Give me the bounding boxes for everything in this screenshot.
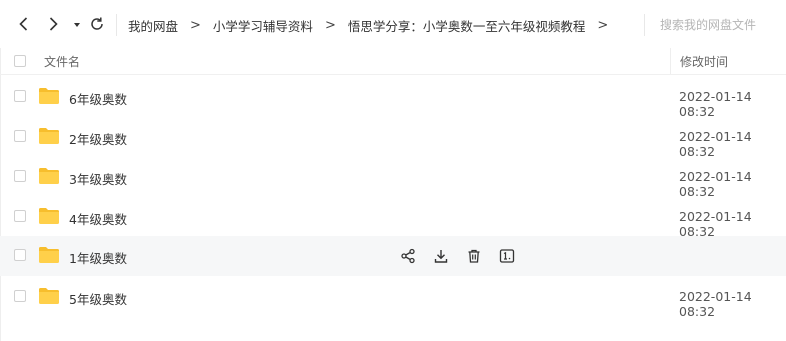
toolbar-divider [116,14,117,36]
file-row[interactable]: 3年级奥数 2022-01-14 08:32 [0,157,786,199]
back-button[interactable] [14,14,34,34]
folder-icon [38,87,60,105]
rename-icon [499,248,515,264]
file-row[interactable]: 2年级奥数 2022-01-14 08:32 [0,117,786,159]
row-checkbox[interactable] [14,249,26,261]
breadcrumb-separator: > [190,17,201,33]
toolbar: 我的网盘 > 小学学习辅导资料 > 悟思学分享：小学奥数一至六年级视频教程 > … [0,0,786,48]
download-button[interactable] [431,247,451,265]
delete-icon [466,248,482,264]
row-checkbox[interactable] [14,130,26,142]
file-row[interactable]: 5年级奥数 2022-01-14 08:32 [0,277,786,319]
column-header-name[interactable]: 文件名 [44,53,80,70]
row-checkbox[interactable] [14,210,26,222]
select-all-checkbox[interactable] [14,55,26,67]
search-divider [644,14,645,36]
file-name[interactable]: 1年级奥数 [69,248,127,267]
file-name[interactable]: 5年级奥数 [69,289,127,308]
refresh-icon [91,17,103,30]
folder-icon [38,287,60,305]
download-icon [433,248,449,264]
file-modified-time: 2022-01-14 08:32 [679,129,752,159]
column-divider[interactable] [670,48,671,74]
rename-button[interactable] [497,247,517,265]
folder-icon [38,207,60,225]
file-row[interactable]: 1年级奥数 [0,236,786,276]
breadcrumb-item-current-folder[interactable]: 悟思学分享：小学奥数一至六年级视频教程 [348,16,586,35]
breadcrumb-item-root[interactable]: 我的网盘 [128,16,178,35]
row-actions [398,247,530,265]
history-dropdown-button[interactable] [67,14,87,34]
file-name[interactable]: 6年级奥数 [69,89,127,108]
chevron-left-icon [19,17,28,31]
folder-icon [38,127,60,145]
search-input[interactable]: 搜索我的网盘文件 [660,16,756,33]
breadcrumb: 我的网盘 > 小学学习辅导资料 > 悟思学分享：小学奥数一至六年级视频教程 > [128,16,620,34]
file-modified-time: 2022-01-14 08:32 [679,209,752,239]
file-name[interactable]: 2年级奥数 [69,129,127,148]
breadcrumb-separator: > [597,17,609,33]
forward-button[interactable] [43,14,63,34]
file-modified-time: 2022-01-14 08:32 [679,169,752,199]
file-row[interactable]: 6年级奥数 2022-01-14 08:32 [0,77,786,119]
row-checkbox[interactable] [14,290,26,302]
delete-button[interactable] [464,247,484,265]
column-header-modified[interactable]: 修改时间 [680,53,728,70]
share-button[interactable] [398,247,418,265]
chevron-right-icon [49,17,58,31]
row-checkbox[interactable] [14,170,26,182]
breadcrumb-separator: > [324,17,336,33]
file-name[interactable]: 3年级奥数 [69,169,127,188]
refresh-button[interactable] [87,14,107,34]
caret-down-icon [74,23,80,27]
file-modified-time: 2022-01-14 08:32 [679,289,752,319]
file-list-header: 文件名 修改时间 [0,48,786,75]
breadcrumb-item-study-materials[interactable]: 小学学习辅导资料 [213,16,313,35]
share-icon [400,248,416,264]
folder-icon [38,246,60,264]
file-modified-time: 2022-01-14 08:32 [679,89,752,119]
folder-icon [38,167,60,185]
file-name[interactable]: 4年级奥数 [69,209,127,228]
row-checkbox[interactable] [14,90,26,102]
file-row[interactable]: 4年级奥数 2022-01-14 08:32 [0,197,786,239]
